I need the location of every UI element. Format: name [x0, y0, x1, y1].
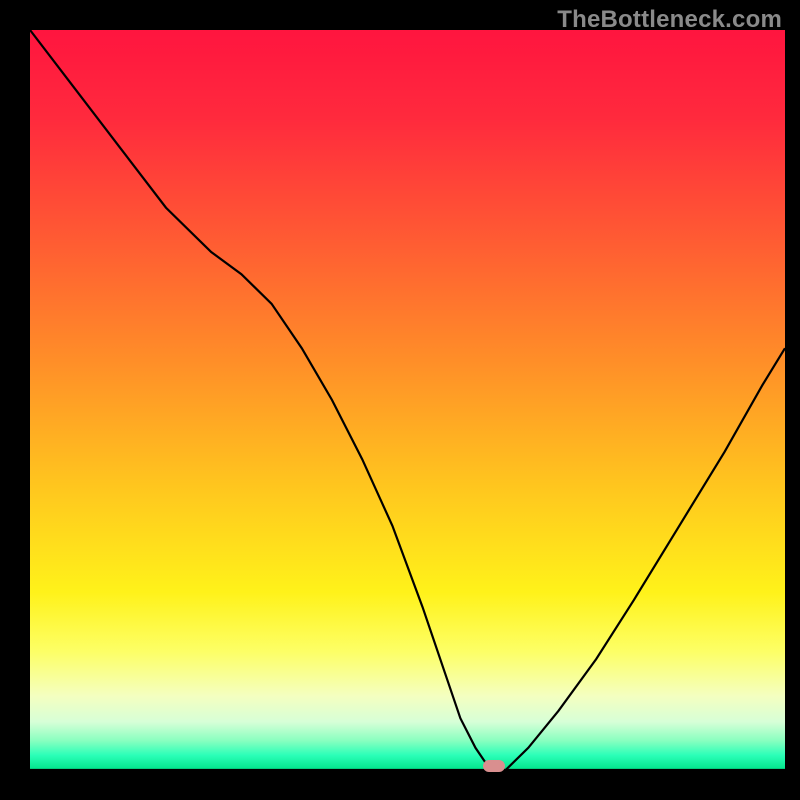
chart-frame: TheBottleneck.com	[0, 0, 800, 800]
plot-area	[30, 30, 785, 770]
optimum-marker	[483, 760, 505, 772]
watermark-text: TheBottleneck.com	[557, 6, 782, 34]
bottleneck-curve	[30, 30, 785, 770]
